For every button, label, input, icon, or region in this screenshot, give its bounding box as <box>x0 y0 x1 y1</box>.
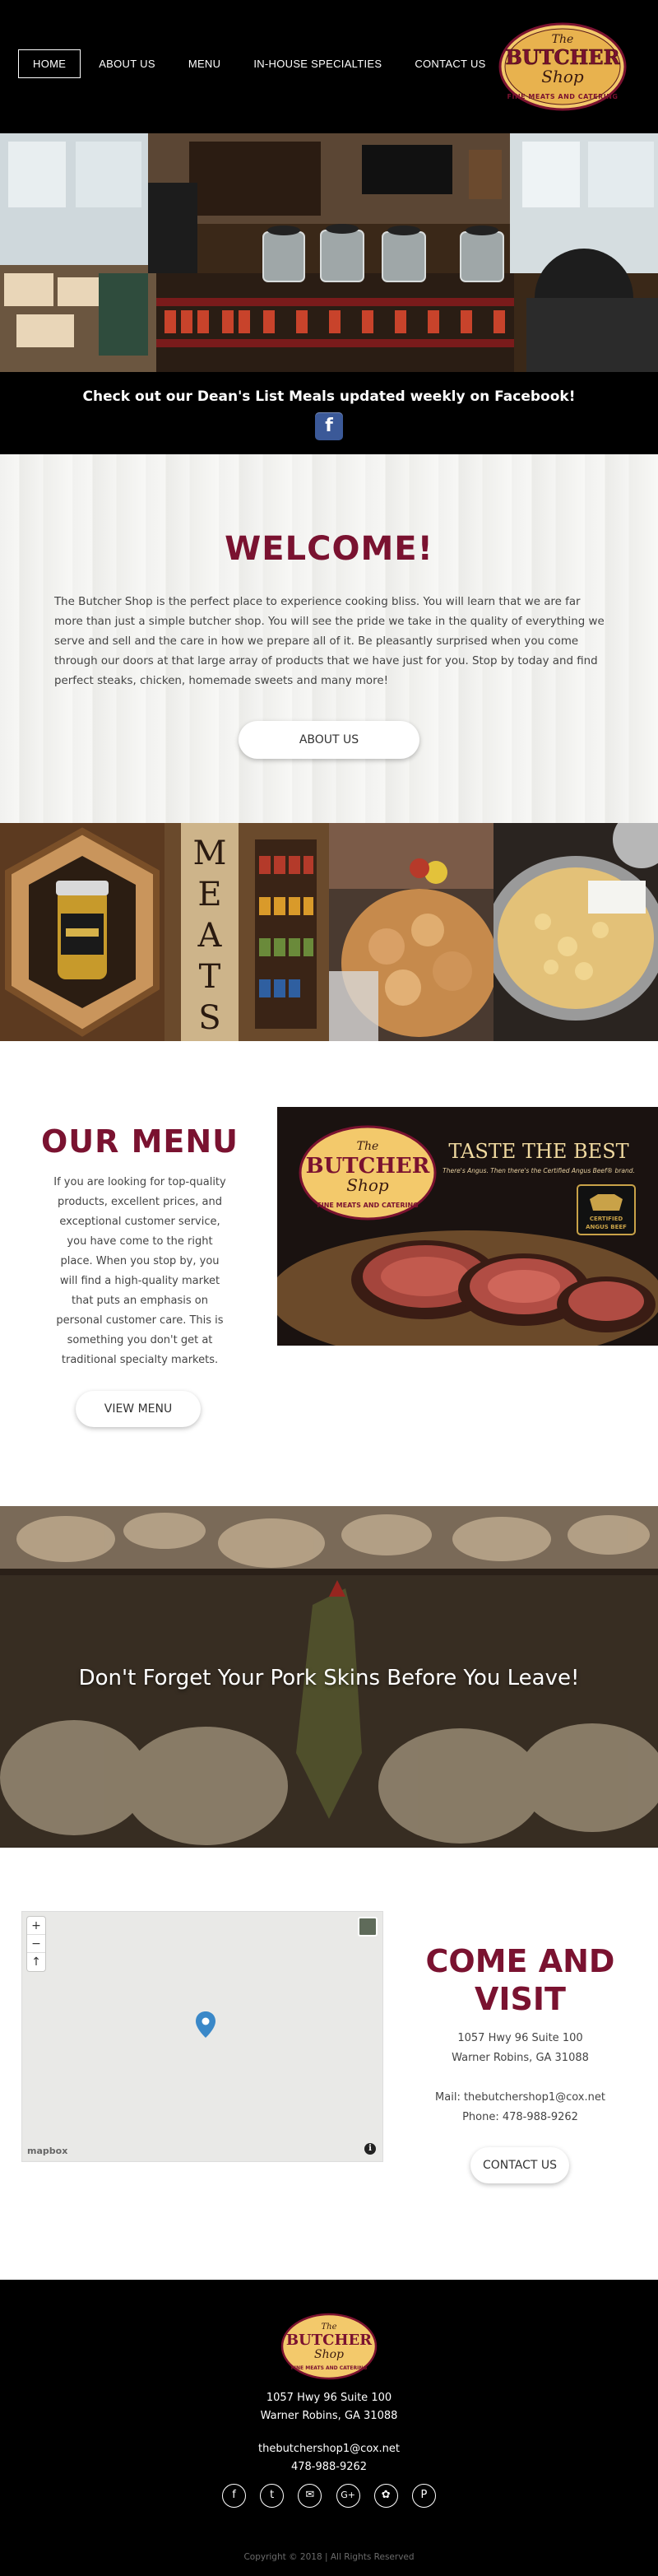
svg-text:Shop: Shop <box>314 2348 344 2361</box>
svg-text:The: The <box>552 33 574 46</box>
svg-text:T: T <box>199 958 221 996</box>
announcement-text: Check out our Dean's List Meals updated … <box>82 388 576 405</box>
map-info-icon[interactable]: i <box>364 2143 376 2155</box>
social-links: f t ✉ G+ ✿ P <box>222 2484 436 2508</box>
svg-text:The: The <box>321 2323 336 2332</box>
email-icon[interactable]: ✉ <box>298 2484 322 2508</box>
pinterest-icon[interactable]: P <box>411 2484 436 2508</box>
visit-title: COME AND VISIT <box>411 1942 629 2018</box>
gallery-meats-sign: M E A T S <box>164 823 329 1041</box>
svg-text:Shop: Shop <box>541 67 584 86</box>
gallery-honey-jar <box>0 823 164 1041</box>
contact-us-button[interactable]: CONTACT US <box>470 2147 569 2183</box>
twitter-icon[interactable]: t <box>260 2484 285 2508</box>
about-us-button[interactable]: ABOUT US <box>239 721 419 759</box>
menu-section: OUR MENU If you are looking for top-qual… <box>0 1041 658 1506</box>
svg-text:CERTIFIED: CERTIFIED <box>590 1216 623 1222</box>
compass-button[interactable]: ↑ <box>27 1953 45 1971</box>
map-layer-toggle[interactable] <box>358 1917 378 1937</box>
view-menu-button[interactable]: VIEW MENU <box>76 1391 201 1427</box>
footer-phone[interactable]: 478-988-9262 <box>0 2461 658 2473</box>
welcome-section: WELCOME! The Butcher Shop is the perfect… <box>0 454 658 823</box>
zoom-in-button[interactable]: + <box>27 1917 45 1935</box>
facebook-icon[interactable]: f <box>315 412 343 440</box>
facebook-icon[interactable]: f <box>222 2484 246 2508</box>
nav-home[interactable]: HOME <box>18 49 81 78</box>
location-map[interactable]: + − ↑ mapbox i <box>21 1911 383 2162</box>
map-controls: + − ↑ <box>27 1917 45 1971</box>
svg-text:There's Angus. Then there's th: There's Angus. Then there's the Certifie… <box>443 1167 635 1174</box>
nav-contact-us[interactable]: CONTACT US <box>400 49 500 78</box>
footer-logo[interactable]: The BUTCHER Shop FINE MEATS AND CATERING <box>280 2313 378 2380</box>
announcement-bar: Check out our Dean's List Meals updated … <box>0 372 658 454</box>
svg-text:A: A <box>197 917 223 955</box>
hero-image <box>0 133 658 372</box>
zoom-out-button[interactable]: − <box>27 1935 45 1953</box>
menu-title: OUR MENU <box>40 1123 239 1160</box>
svg-text:FINE MEATS AND CATERING: FINE MEATS AND CATERING <box>291 2365 368 2371</box>
visit-address-line2: Warner Robins, GA 31088 <box>452 2052 589 2064</box>
menu-body: If you are looking for top-quality produ… <box>53 1176 226 1366</box>
pork-skins-banner: Don't Forget Your Pork Skins Before You … <box>0 1506 658 1848</box>
visit-title-line1: COME AND <box>425 1943 615 1979</box>
svg-text:The: The <box>357 1140 379 1153</box>
nav-in-house-specialties[interactable]: IN-HOUSE SPECIALTIES <box>239 49 396 78</box>
main-nav: HOME ABOUT US MENU IN-HOUSE SPECIALTIES … <box>18 49 504 78</box>
svg-text:E: E <box>197 876 221 914</box>
welcome-body: The Butcher Shop is the perfect place to… <box>54 596 605 687</box>
svg-text:S: S <box>198 999 220 1037</box>
gallery-casserole <box>494 823 658 1041</box>
google-plus-icon[interactable]: G+ <box>336 2484 360 2508</box>
site-footer: The BUTCHER Shop FINE MEATS AND CATERING… <box>0 2280 658 2576</box>
footer-address-line1: 1057 Hwy 96 Suite 100 <box>266 2392 392 2404</box>
photo-gallery: M E A T S <box>0 823 658 1041</box>
svg-text:Shop: Shop <box>346 1175 389 1195</box>
welcome-title: WELCOME! <box>225 530 433 568</box>
taste-the-best-banner: The BUTCHER Shop FINE MEATS AND CATERING… <box>277 1107 658 1346</box>
visit-section: + − ↑ mapbox i COME AND VISIT 1057 Hwy 9… <box>0 1848 658 2280</box>
site-header: HOME ABOUT US MENU IN-HOUSE SPECIALTIES … <box>0 0 658 133</box>
visit-address-line1: 1057 Hwy 96 Suite 100 <box>457 2032 583 2044</box>
mapbox-logo[interactable]: mapbox <box>27 2146 67 2156</box>
site-logo[interactable]: The BUTCHER Shop FINE MEATS AND CATERING <box>497 21 628 112</box>
footer-address-line2: Warner Robins, GA 31088 <box>260 2410 398 2422</box>
visit-mail[interactable]: Mail: thebutchershop1@cox.net <box>411 2088 629 2108</box>
svg-text:ANGUS BEEF: ANGUS BEEF <box>586 1224 627 1230</box>
svg-text:FINE MEATS AND CATERING: FINE MEATS AND CATERING <box>317 1202 418 1209</box>
pork-skins-text: Don't Forget Your Pork Skins Before You … <box>78 1666 580 1690</box>
nav-about-us[interactable]: ABOUT US <box>84 49 170 78</box>
visit-title-line2: VISIT <box>475 1981 566 2017</box>
footer-email[interactable]: thebutchershop1@cox.net <box>0 2443 658 2455</box>
visit-phone[interactable]: Phone: 478-988-9262 <box>411 2108 629 2127</box>
svg-text:M: M <box>193 835 227 872</box>
svg-text:BUTCHER: BUTCHER <box>286 2332 373 2349</box>
copyright-text: Copyright © 2018 | All Rights Reserved <box>243 2552 415 2562</box>
svg-text:FINE MEATS AND CATERING: FINE MEATS AND CATERING <box>507 93 619 100</box>
yelp-icon[interactable]: ✿ <box>373 2484 398 2508</box>
map-marker-icon[interactable] <box>195 2011 216 2039</box>
gallery-chicken-skewer <box>329 823 494 1041</box>
svg-text:TASTE THE BEST: TASTE THE BEST <box>448 1140 628 1163</box>
nav-menu[interactable]: MENU <box>174 49 235 78</box>
svg-text:BUTCHER: BUTCHER <box>505 45 620 69</box>
